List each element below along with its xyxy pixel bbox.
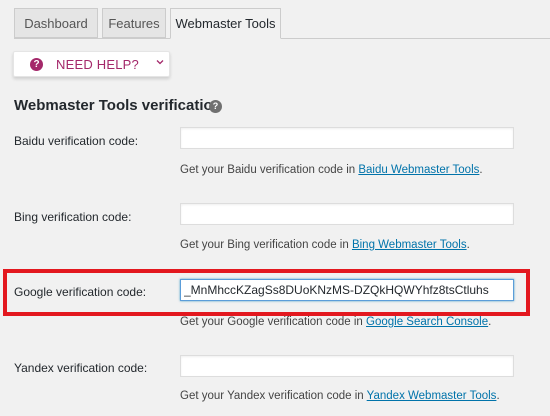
need-help-button[interactable]: ? NEED HELP? <box>13 51 170 77</box>
baidu-verification-input[interactable] <box>180 127 514 149</box>
google-help-text: Get your Google verification code in Goo… <box>180 316 491 328</box>
bing-label: Bing verification code: <box>14 210 132 224</box>
yandex-webmaster-tools-link[interactable]: Yandex Webmaster Tools <box>367 390 497 402</box>
bing-webmaster-tools-link[interactable]: Bing Webmaster Tools <box>352 239 467 251</box>
baidu-help-text: Get your Baidu verification code in Baid… <box>180 164 483 176</box>
yandex-help-text: Get your Yandex verification code in Yan… <box>180 390 500 402</box>
need-help-label: NEED HELP? <box>56 57 139 72</box>
yandex-help-suffix: . <box>496 390 500 402</box>
settings-tabs: Dashboard Features Webmaster Tools <box>0 0 550 39</box>
baidu-label: Baidu verification code: <box>14 134 139 148</box>
baidu-webmaster-tools-link[interactable]: Baidu Webmaster Tools <box>358 164 479 176</box>
bing-help-prefix: Get your Bing verification code in <box>180 239 352 251</box>
google-verification-input[interactable] <box>180 279 514 301</box>
tabs-divider <box>14 38 550 39</box>
baidu-help-prefix: Get your Baidu verification code in <box>180 164 359 176</box>
baidu-help-suffix: . <box>479 164 483 176</box>
chevron-down-icon <box>156 60 164 65</box>
yandex-verification-input[interactable] <box>180 355 514 377</box>
google-help-suffix: . <box>488 316 492 328</box>
tab-features[interactable]: Features <box>102 8 166 38</box>
google-search-console-link[interactable]: Google Search Console <box>366 316 488 328</box>
question-circle-icon: ? <box>30 58 43 71</box>
yandex-help-prefix: Get your Yandex verification code in <box>180 390 367 402</box>
tab-webmaster-tools[interactable]: Webmaster Tools <box>170 8 281 39</box>
info-icon[interactable]: ? <box>209 100 222 113</box>
bing-help-text: Get your Bing verification code in Bing … <box>180 239 470 251</box>
google-help-prefix: Get your Google verification code in <box>180 316 367 328</box>
bing-help-suffix: . <box>466 239 470 251</box>
section-title: Webmaster Tools verification <box>14 97 222 114</box>
bing-verification-input[interactable] <box>180 203 514 225</box>
yandex-label: Yandex verification code: <box>14 361 148 375</box>
tab-dashboard[interactable]: Dashboard <box>14 8 98 38</box>
google-label: Google verification code: <box>14 285 147 299</box>
